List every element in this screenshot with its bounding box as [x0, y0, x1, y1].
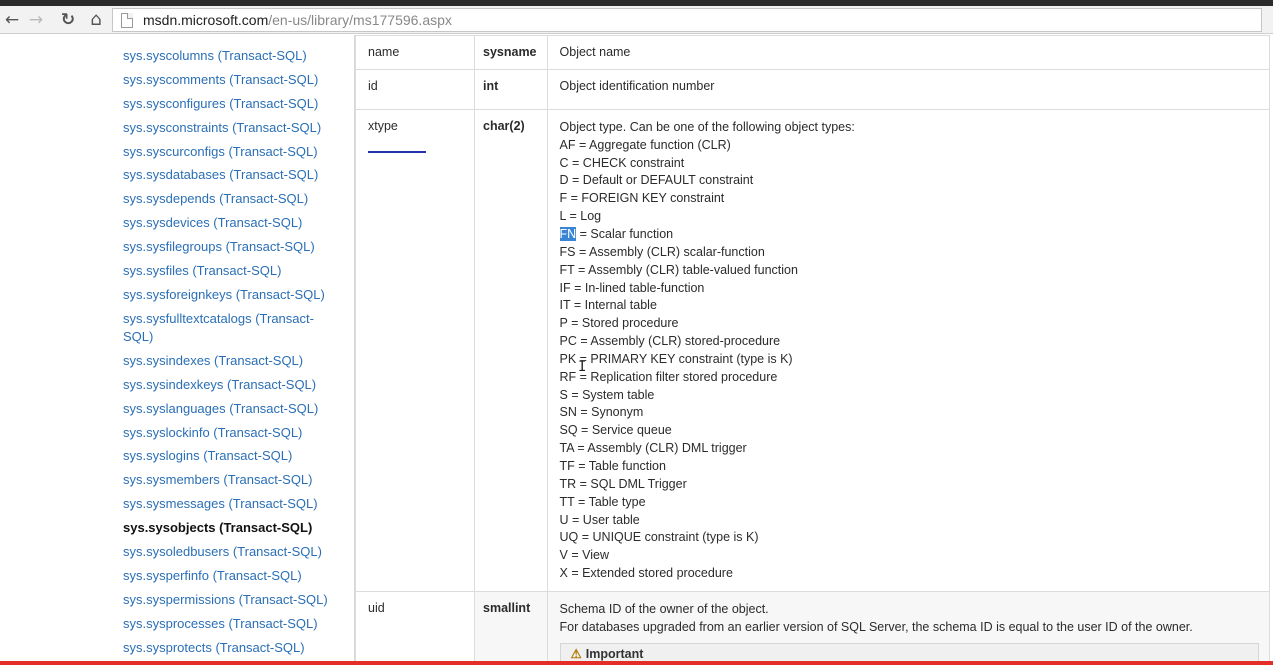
data-type-cell: smallint: [474, 591, 548, 665]
object-type-list: AF = Aggregate function (CLR) C = CHECK …: [559, 137, 1259, 583]
description-cell: Schema ID of the owner of the object. Fo…: [546, 591, 1271, 665]
nav-link[interactable]: sys.sysprocesses (Transact-SQL): [123, 615, 333, 633]
column-name-text: xtype: [368, 119, 398, 133]
list-item: IT = Internal table: [559, 298, 657, 313]
nav-link[interactable]: sys.syscolumns (Transact-SQL): [123, 47, 333, 65]
column-name-cell: name: [355, 35, 475, 70]
data-type-cell: char(2): [474, 109, 548, 592]
data-type-cell: sysname: [474, 35, 548, 70]
data-type-cell: int: [474, 69, 548, 110]
forward-arrow-icon[interactable]: →: [26, 10, 46, 30]
list-item: AF = Aggregate function (CLR): [559, 137, 731, 152]
home-icon[interactable]: ⌂: [86, 10, 106, 30]
nav-link[interactable]: sys.syscomments (Transact-SQL): [123, 71, 333, 89]
nav-link[interactable]: sys.syspermissions (Transact-SQL): [123, 591, 333, 609]
list-item: D = Default or DEFAULT constraint: [559, 173, 754, 188]
nav-link[interactable]: sys.sysprotects (Transact-SQL): [123, 639, 333, 657]
description-text: For databases upgraded from an earlier v…: [559, 619, 1193, 634]
nav-link[interactable]: sys.sysfulltextcatalogs (Transact-: [123, 310, 333, 328]
browser-toolbar: ← → ↻ ⌂ msdn.microsoft.com/en-us/library…: [0, 6, 1273, 34]
nav-link[interactable]: sys.syscurconfigs (Transact-SQL): [123, 143, 333, 161]
progress-bar: [0, 661, 1273, 665]
nav-link-current: sys.sysobjects (Transact-SQL): [123, 520, 313, 535]
list-item: PC = Assembly (CLR) stored-procedure: [559, 334, 781, 349]
list-item: TR = SQL DML Trigger: [559, 476, 687, 491]
nav-link[interactable]: sys.sysconstraints (Transact-SQL): [123, 119, 333, 137]
list-item-selected[interactable]: FN = Scalar function: [559, 226, 1259, 244]
list-item: X = Extended stored procedure: [559, 566, 733, 581]
nav-link[interactable]: sys.sysmessages (Transact-SQL): [123, 495, 333, 513]
nav-link[interactable]: sys.sysforeignkeys (Transact-SQL): [123, 286, 333, 304]
text-cursor-icon: I: [578, 359, 587, 375]
url-domain: msdn.microsoft.com: [143, 12, 269, 28]
warning-icon: ⚠: [570, 646, 582, 661]
nav-link[interactable]: sys.sysindexes (Transact-SQL): [123, 352, 333, 370]
page-icon: [121, 13, 133, 28]
nav-link[interactable]: sys.syslockinfo (Transact-SQL): [123, 424, 333, 442]
list-item: UQ = UNIQUE constraint (type is K): [559, 530, 759, 545]
list-item: P = Stored procedure: [559, 316, 679, 331]
nav-link[interactable]: sys.sysindexkeys (Transact-SQL): [123, 376, 333, 394]
list-item: TF = Table function: [559, 458, 666, 473]
description-cell: Object name: [546, 35, 1271, 70]
list-item: TT = Table type: [559, 494, 646, 509]
nav-link[interactable]: sys.sysdevices (Transact-SQL): [123, 214, 333, 232]
annotation-underline: [368, 151, 426, 153]
list-item: IF = In-lined table-function: [559, 280, 705, 295]
back-arrow-icon[interactable]: ←: [2, 10, 22, 30]
table-row: xtype char(2) Object type. Can be one of…: [355, 109, 1271, 592]
important-label: Important: [585, 646, 644, 661]
address-bar[interactable]: msdn.microsoft.com/en-us/library/ms17759…: [112, 8, 1262, 32]
nav-link[interactable]: sys.sysfilegroups (Transact-SQL): [123, 238, 333, 256]
column-name-cell: xtype: [355, 109, 475, 592]
list-item: S = System table: [559, 387, 655, 402]
nav-link[interactable]: sys.sysdatabases (Transact-SQL): [123, 166, 333, 184]
description-text: Object type. Can be one of the following…: [559, 120, 855, 134]
main-content: name sysname Object name id int Object i…: [354, 35, 1273, 665]
columns-table: name sysname Object name id int Object i…: [355, 35, 1271, 665]
column-name-cell: uid: [355, 591, 475, 665]
reload-icon[interactable]: ↻: [58, 10, 78, 30]
list-item: V = View: [559, 548, 609, 563]
left-navigation: sys.syscolumns (Transact-SQL) sys.syscom…: [0, 35, 338, 665]
list-item: L = Log: [559, 209, 602, 224]
description-text: Schema ID of the owner of the object.: [559, 602, 769, 616]
list-item-rest: = Scalar function: [576, 227, 674, 242]
url-text: msdn.microsoft.com/en-us/library/ms17759…: [143, 12, 452, 28]
list-item: U = User table: [559, 512, 640, 527]
description-cell: Object identification number: [546, 69, 1271, 110]
list-item: PK = PRIMARY KEY constraint (type is K): [559, 351, 793, 366]
list-item: FS = Assembly (CLR) scalar-function: [559, 244, 765, 259]
nav-link[interactable]: sys.sysdepends (Transact-SQL): [123, 190, 333, 208]
list-item: RF = Replication filter stored procedure: [559, 369, 778, 384]
description-cell: Object type. Can be one of the following…: [546, 109, 1271, 592]
nav-link[interactable]: sys.syslanguages (Transact-SQL): [123, 400, 333, 418]
list-item: TA = Assembly (CLR) DML trigger: [559, 441, 747, 456]
table-row: id int Object identification number: [355, 69, 1271, 110]
list-item: C = CHECK constraint: [559, 155, 685, 170]
nav-link[interactable]: sys.sysoledbusers (Transact-SQL): [123, 543, 333, 561]
text-selection: FN: [559, 227, 577, 242]
table-row: name sysname Object name: [355, 35, 1271, 70]
list-item: SQ = Service queue: [559, 423, 672, 438]
nav-link[interactable]: sys.sysperfinfo (Transact-SQL): [123, 567, 333, 585]
important-note: ⚠ Important: [559, 642, 1259, 663]
nav-link[interactable]: sys.syslogins (Transact-SQL): [123, 447, 333, 465]
table-row: uid smallint Schema ID of the owner of t…: [355, 591, 1271, 665]
url-path: /en-us/library/ms177596.aspx: [268, 12, 452, 28]
nav-link[interactable]: sys.sysconfigures (Transact-SQL): [123, 95, 333, 113]
list-item: FT = Assembly (CLR) table-valued functio…: [559, 262, 798, 277]
nav-link[interactable]: SQL): [123, 328, 333, 346]
list-item: F = FOREIGN KEY constraint: [559, 191, 725, 206]
list-item: SN = Synonym: [559, 405, 644, 420]
nav-link[interactable]: sys.sysfiles (Transact-SQL): [123, 262, 333, 280]
column-name-cell: id: [355, 69, 475, 110]
nav-link[interactable]: sys.sysmembers (Transact-SQL): [123, 471, 333, 489]
